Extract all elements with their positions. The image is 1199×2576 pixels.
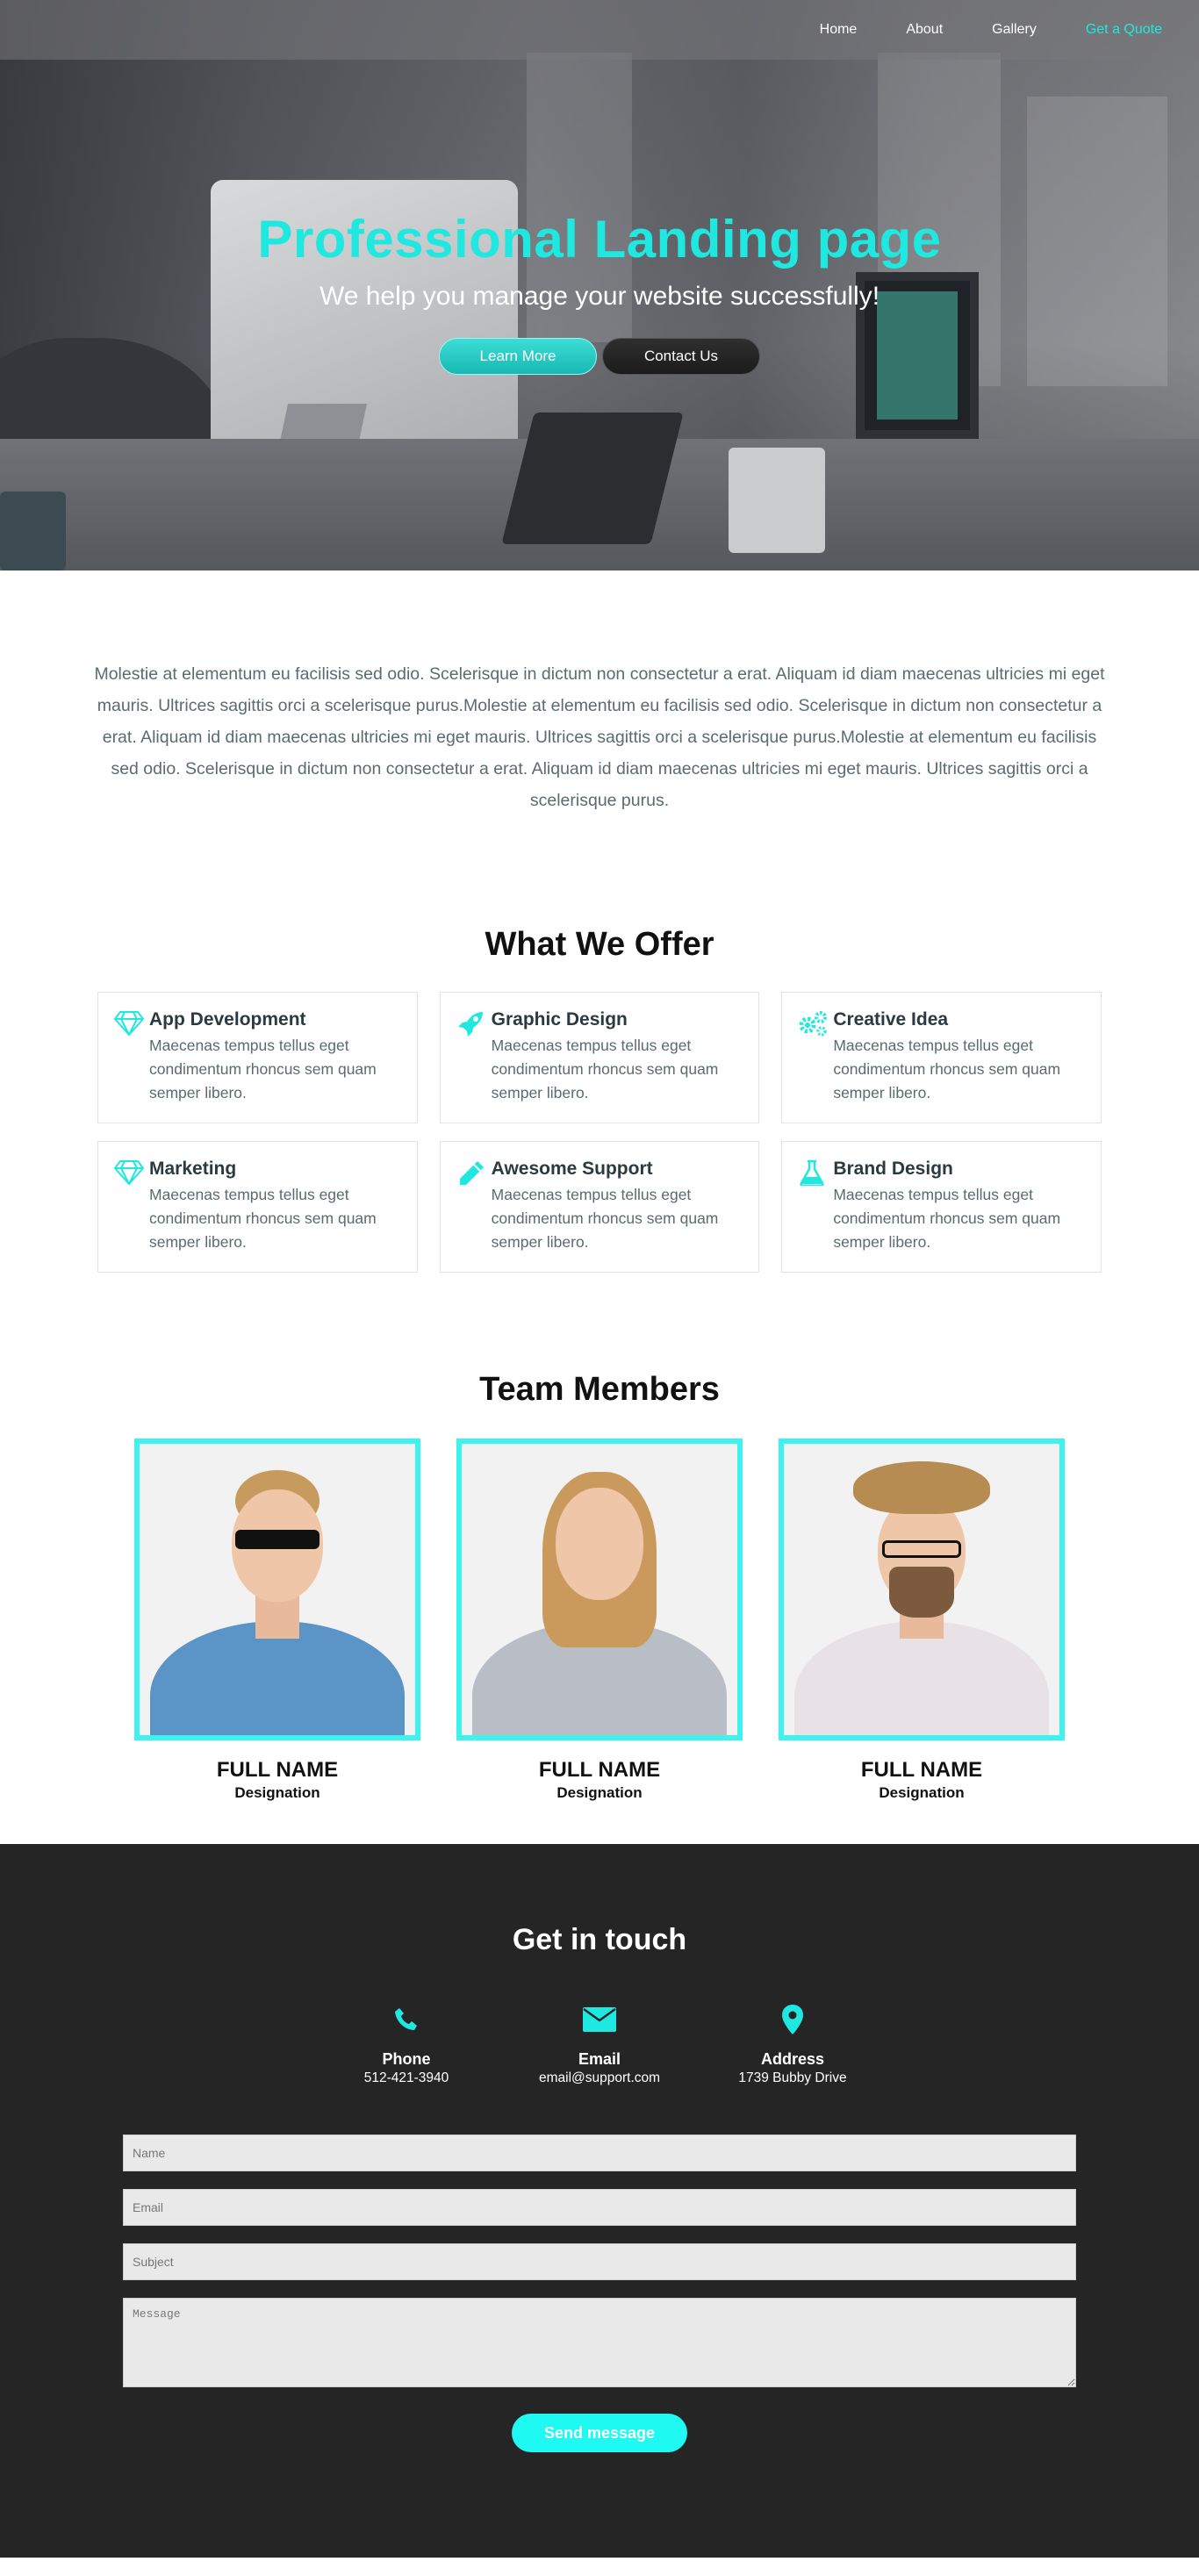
member-name: FULL NAME (216, 1758, 339, 1782)
service-text: Maecenas tempus tellus eget condimentum … (491, 1186, 719, 1251)
service-title: Marketing (149, 1159, 237, 1179)
services-title: What We Offer (485, 926, 714, 963)
member-designation: Designation (234, 1784, 320, 1801)
member-designation: Designation (879, 1784, 965, 1801)
service-text: Maecenas tempus tellus eget condimentum … (491, 1037, 719, 1101)
intro-section: Molestie at elementum eu facilisis sed o… (0, 570, 1199, 816)
hero-buttons: Learn More Contact Us (0, 338, 1199, 375)
contact-title: Get in touch (512, 1923, 687, 1956)
contact-section: Get in touch Phone 512-421-3940 Email em… (0, 1844, 1199, 2558)
contact-address: Address 1739 Bubby Drive (722, 2001, 863, 2086)
diamond-icon (114, 1159, 149, 1255)
email-label: Email (578, 2050, 621, 2068)
nav-about-link[interactable]: About (906, 22, 943, 38)
send-wrap: Send message (123, 2414, 1076, 2452)
member-name: FULL NAME (538, 1758, 661, 1782)
service-card: App Development Maecenas tempus tellus e… (97, 992, 418, 1123)
service-text: Maecenas tempus tellus eget condimentum … (149, 1037, 377, 1101)
address-value: 1739 Bubby Drive (738, 2070, 847, 2085)
team-member-photo (456, 1439, 743, 1740)
hero-title: Professional Landing page (257, 210, 942, 269)
team-grid: FULL NAME Designation FULL NAME Designat… (134, 1439, 1065, 1802)
mug-image (0, 492, 66, 570)
hero-subtitle: We help you manage your website successf… (319, 282, 880, 311)
services-grid: App Development Maecenas tempus tellus e… (97, 992, 1102, 1273)
phone-icon (336, 2001, 477, 2038)
contact-us-button[interactable]: Contact Us (602, 338, 760, 375)
nav-gallery-link[interactable]: Gallery (992, 22, 1037, 38)
team-member-photo (779, 1439, 1065, 1740)
gears-icon (798, 1009, 833, 1106)
services-section: What We Offer App Development Maecenas t… (0, 926, 1199, 1273)
member-designation: Designation (556, 1784, 643, 1801)
flask-icon (798, 1159, 833, 1255)
pencil-icon (456, 1159, 492, 1255)
service-text: Maecenas tempus tellus eget condimentum … (833, 1037, 1061, 1101)
service-title: Brand Design (833, 1159, 953, 1179)
member-name: FULL NAME (860, 1758, 983, 1782)
service-card: Creative Idea Maecenas tempus tellus ege… (781, 992, 1102, 1123)
service-card: Graphic Design Maecenas tempus tellus eg… (439, 992, 760, 1123)
plant-pot-image (729, 448, 825, 553)
hero-content: Professional Landing page We help you ma… (0, 209, 1199, 375)
top-navbar: Home About Gallery Get a Quote (0, 0, 1199, 60)
send-message-button[interactable]: Send message (512, 2414, 687, 2452)
address-label: Address (760, 2050, 825, 2068)
phone-value: 512-421-3940 (363, 2070, 449, 2085)
contact-form: Send message (123, 2135, 1076, 2452)
nav-get-a-quote-link[interactable]: Get a Quote (1086, 22, 1162, 38)
contact-email: Email email@support.com (529, 2001, 670, 2086)
team-member-card: FULL NAME Designation (779, 1439, 1065, 1802)
team-member-card: FULL NAME Designation (456, 1439, 743, 1802)
learn-more-button[interactable]: Learn More (439, 338, 597, 375)
name-field[interactable] (123, 2135, 1076, 2171)
team-title: Team Members (479, 1371, 720, 1408)
service-title: Creative Idea (833, 1009, 949, 1030)
intro-paragraph: Molestie at elementum eu facilisis sed o… (94, 664, 1105, 810)
service-title: Graphic Design (491, 1009, 628, 1030)
service-title: App Development (149, 1009, 306, 1030)
service-title: Awesome Support (491, 1159, 653, 1179)
team-section: Team Members FULL NAME Designation FULL … (0, 1371, 1199, 1802)
service-text: Maecenas tempus tellus eget condimentum … (149, 1186, 377, 1251)
team-member-card: FULL NAME Designation (134, 1439, 420, 1802)
service-card: Awesome Support Maecenas tempus tellus e… (439, 1141, 760, 1273)
map-pin-icon (722, 2001, 863, 2038)
rocket-icon (456, 1009, 492, 1106)
message-field[interactable] (123, 2298, 1076, 2387)
service-card: Brand Design Maecenas tempus tellus eget… (781, 1141, 1102, 1273)
service-text: Maecenas tempus tellus eget condimentum … (833, 1186, 1061, 1251)
hero-section: Home About Gallery Get a Quote Professio… (0, 0, 1199, 570)
subject-field[interactable] (123, 2243, 1076, 2280)
email-value: email@support.com (538, 2070, 661, 2085)
envelope-icon (529, 2001, 670, 2038)
team-member-photo (134, 1439, 420, 1740)
contact-phone: Phone 512-421-3940 (336, 2001, 477, 2086)
email-field[interactable] (123, 2189, 1076, 2226)
nav-home-link[interactable]: Home (820, 22, 858, 38)
phone-label: Phone (382, 2050, 431, 2068)
contact-info: Phone 512-421-3940 Email email@support.c… (336, 2001, 863, 2086)
diamond-icon (114, 1009, 149, 1106)
service-card: Marketing Maecenas tempus tellus eget co… (97, 1141, 418, 1273)
